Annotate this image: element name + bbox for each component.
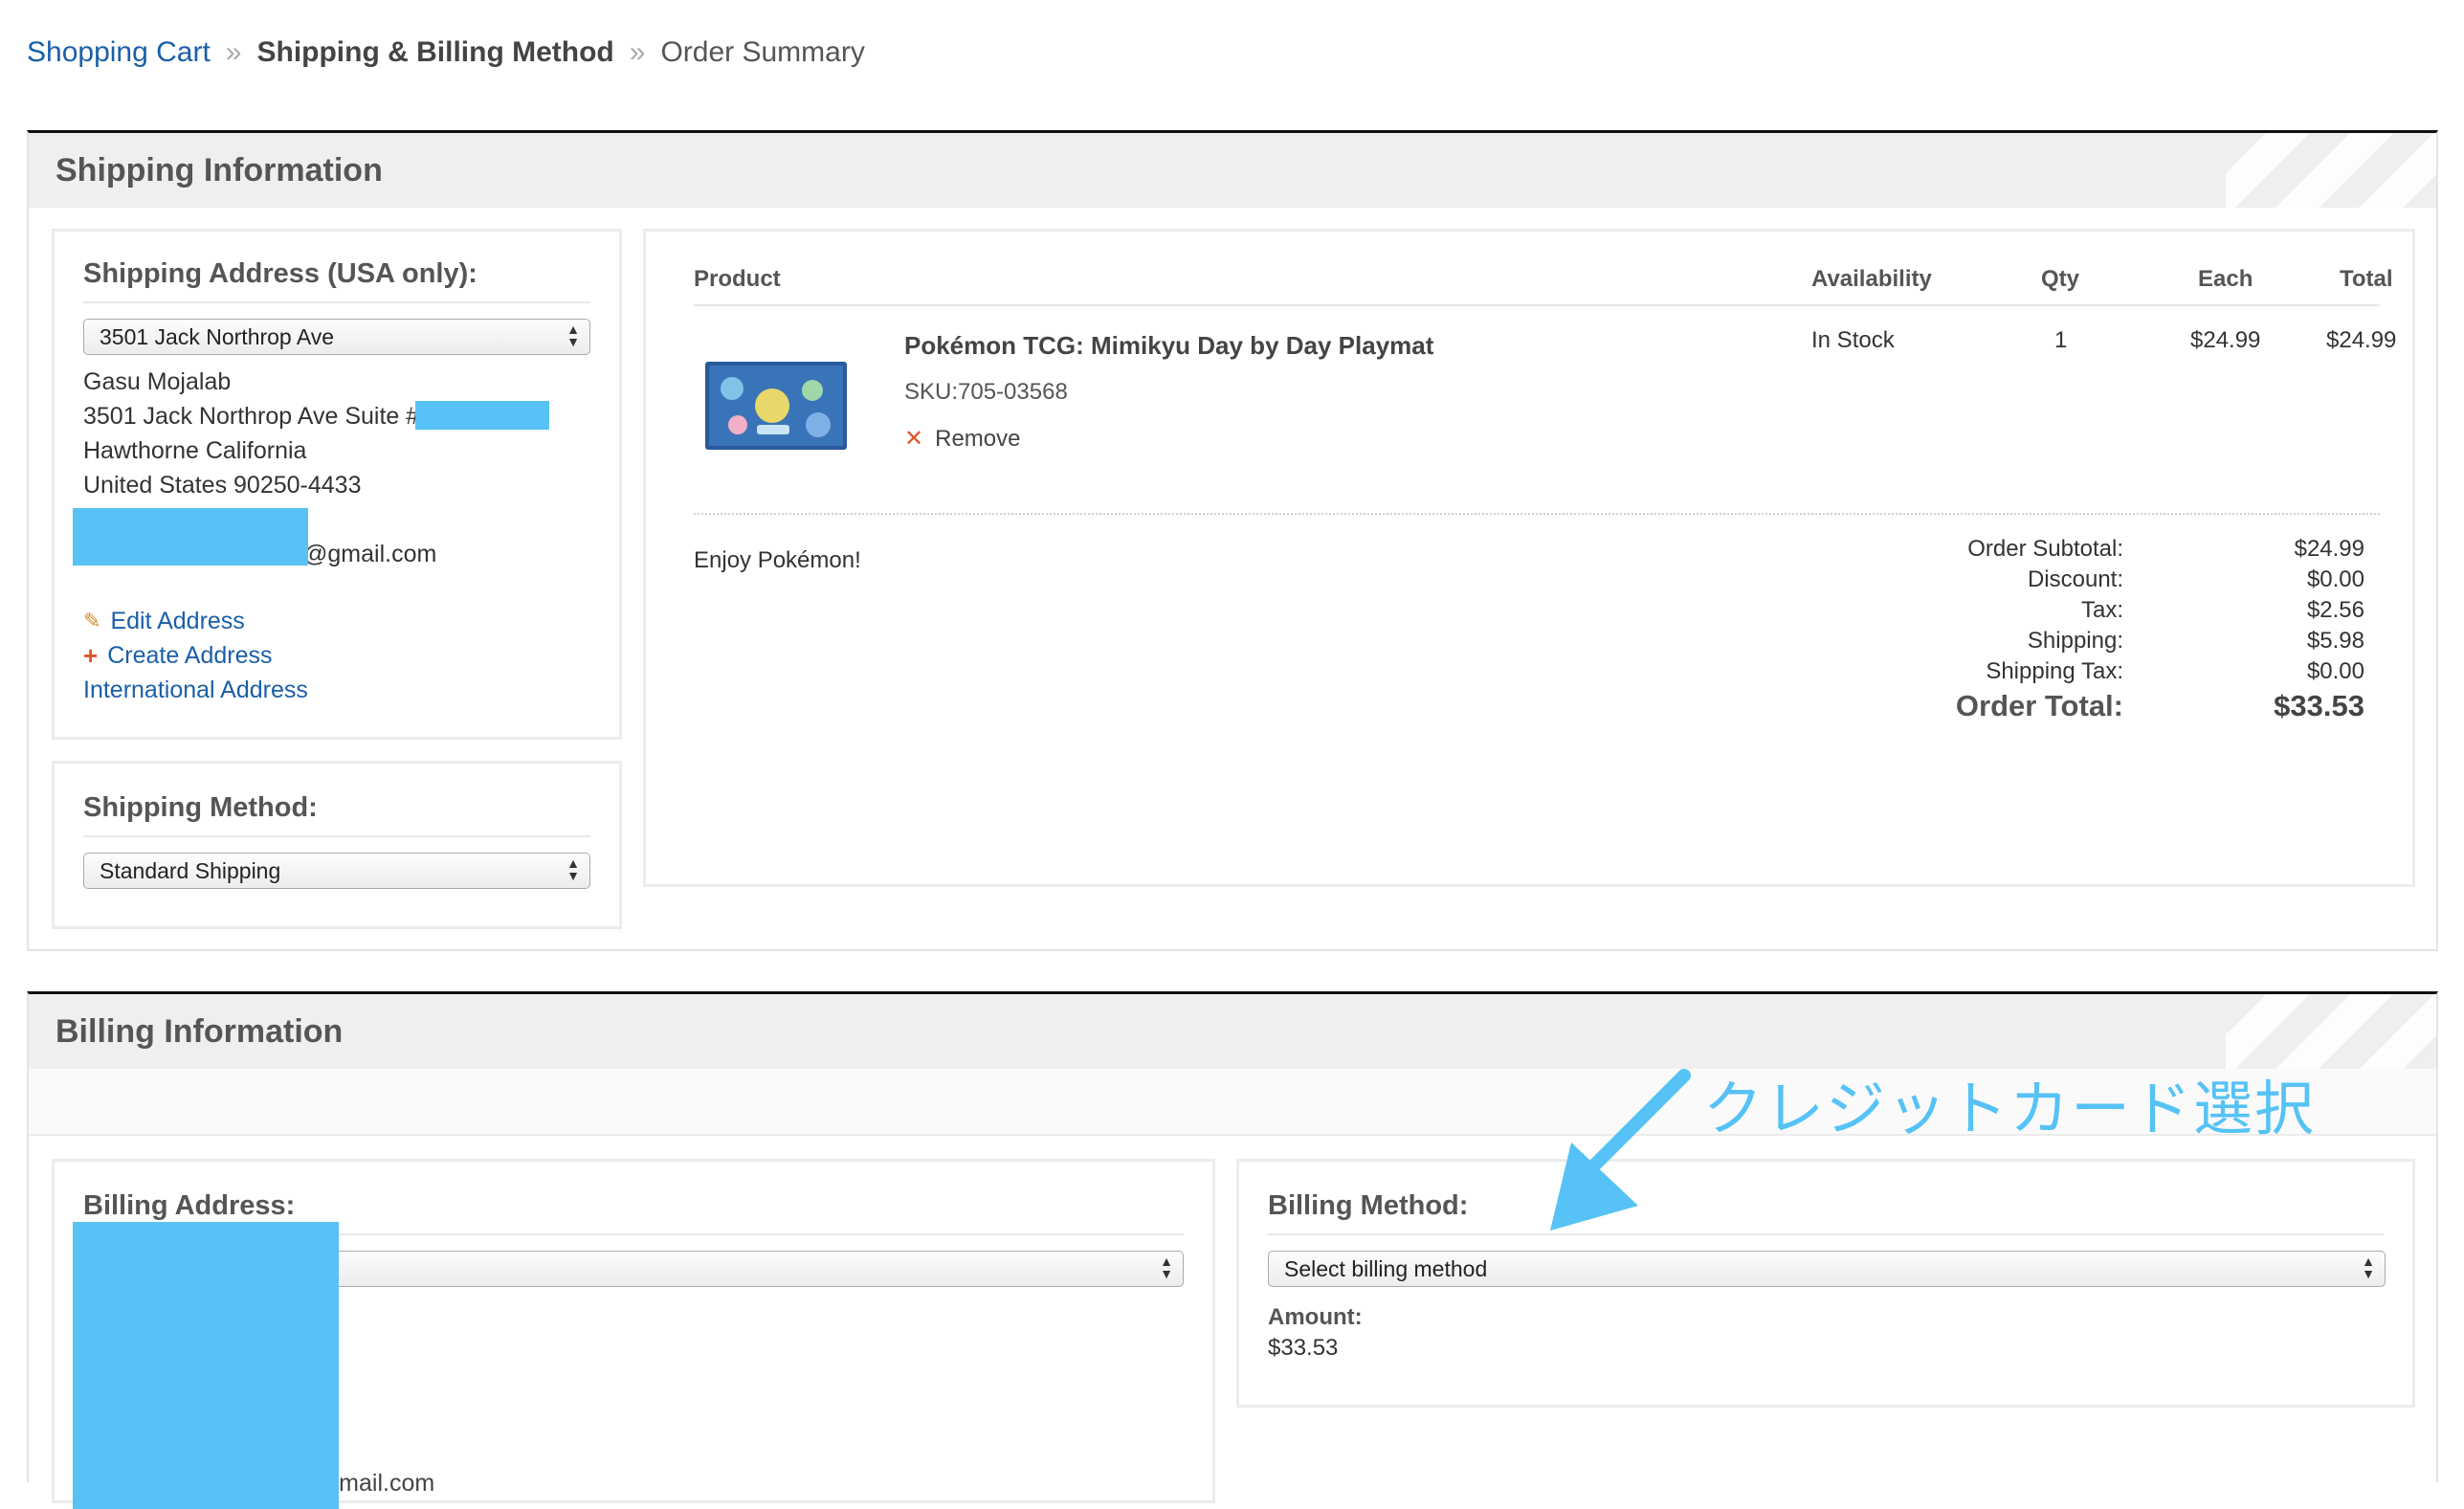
discount-value: $0.00 xyxy=(2306,566,2364,592)
shipping-method-box: Shipping Method: Standard Shipping ▲ ▼ xyxy=(52,761,622,929)
shipping-section-header: Shipping Information xyxy=(29,133,2436,208)
international-address-link[interactable]: International Address xyxy=(83,673,590,707)
product-availability: In Stock xyxy=(1811,327,1895,353)
billing-method-title: Billing Method: xyxy=(1268,1190,2384,1235)
edit-address-label[interactable]: Edit Address xyxy=(110,604,244,638)
shipping-address-title: Shipping Address (USA only): xyxy=(83,258,590,303)
shipping-address-select[interactable]: 3501 Jack Northrop Ave ▲ ▼ xyxy=(83,319,590,355)
pencil-icon: ✎ xyxy=(83,609,101,632)
billing-method-box: Billing Method: Select billing method ▲ ▼… xyxy=(1236,1159,2415,1408)
row-dotted-divider xyxy=(694,513,2380,515)
annotation-text: クレジットカード選択 xyxy=(1703,1074,2317,1143)
breadcrumb-separator: » xyxy=(629,36,646,68)
close-icon: ✕ xyxy=(904,426,924,452)
billing-amount-label: Amount: xyxy=(1268,1304,1363,1330)
table-header-divider xyxy=(694,304,2380,306)
breadcrumb: Shopping Cart » Shipping & Billing Metho… xyxy=(27,36,865,69)
header-stripes-decoration xyxy=(2226,133,2436,208)
column-header-each: Each xyxy=(2198,266,2253,292)
remove-label: Remove xyxy=(935,425,1021,452)
billing-amount-value: $33.53 xyxy=(1268,1335,1339,1361)
select-arrows-icon: ▲ ▼ xyxy=(566,322,580,349)
shipping-city: Hawthorne California xyxy=(83,437,307,464)
shipping-value: $5.98 xyxy=(2306,628,2364,654)
shipping-name: Gasu Mojalab xyxy=(83,368,232,395)
shipping-country-zip: United States 90250-4433 xyxy=(83,472,362,499)
product-total-price: $24.99 xyxy=(2326,327,2397,353)
discount-label: Discount: xyxy=(2027,566,2123,592)
plus-icon: + xyxy=(83,641,99,670)
billing-section-title: Billing Information xyxy=(55,1012,344,1050)
shipping-address-selected: 3501 Jack Northrop Ave xyxy=(100,323,335,349)
shipping-information-section: Shipping Information Shipping Address (U… xyxy=(27,130,2438,951)
create-address-link[interactable]: + Create Address xyxy=(83,638,590,673)
redacted-billing-address xyxy=(73,1222,339,1509)
shipping-section-title: Shipping Information xyxy=(55,151,383,189)
redacted-email-user xyxy=(73,508,308,566)
product-sku: SKU:705-03568 xyxy=(904,379,1068,405)
column-header-total: Total xyxy=(2340,266,2393,292)
international-address-label[interactable]: International Address xyxy=(83,673,308,707)
order-total-value: $33.53 xyxy=(2274,689,2364,722)
breadcrumb-shopping-cart[interactable]: Shopping Cart xyxy=(27,36,211,69)
shipping-tax-value: $0.00 xyxy=(2306,658,2364,684)
shipping-label: Shipping: xyxy=(2027,628,2123,654)
create-address-label[interactable]: Create Address xyxy=(107,638,272,673)
redacted-suite-number xyxy=(415,401,549,430)
shipping-address-box: Shipping Address (USA only): 3501 Jack N… xyxy=(52,229,622,740)
select-arrows-icon: ▲ ▼ xyxy=(1160,1254,1173,1281)
cart-note: Enjoy Pokémon! xyxy=(694,547,861,573)
billing-section-header: Billing Information xyxy=(29,994,2436,1069)
shipping-method-selected: Standard Shipping xyxy=(100,857,281,883)
header-stripes-decoration xyxy=(2226,994,2436,1069)
column-header-availability: Availability xyxy=(1811,266,1932,292)
breadcrumb-current-step: Shipping & Billing Method xyxy=(256,36,614,68)
select-arrows-icon: ▲ ▼ xyxy=(566,855,580,883)
subtotal-value: $24.99 xyxy=(2294,536,2364,562)
tax-label: Tax: xyxy=(2080,597,2123,623)
annotation-arrow-icon xyxy=(1550,1069,1691,1231)
edit-address-link[interactable]: ✎ Edit Address xyxy=(83,604,590,638)
breadcrumb-separator: » xyxy=(225,36,242,68)
billing-method-select[interactable]: Select billing method ▲ ▼ xyxy=(1268,1251,2386,1287)
billing-method-placeholder: Select billing method xyxy=(1284,1255,1488,1281)
product-thumbnail[interactable] xyxy=(705,362,847,450)
shipping-tax-label: Shipping Tax: xyxy=(1986,658,2123,684)
order-total-label: Order Total: xyxy=(1955,689,2123,722)
subtotal-label: Order Subtotal: xyxy=(1967,536,2123,562)
shipping-method-select[interactable]: Standard Shipping ▲ ▼ xyxy=(83,853,590,889)
tax-value: $2.56 xyxy=(2306,597,2364,623)
cart-products-box: Product Availability Qty Each Total Poké… xyxy=(643,229,2415,887)
product-name[interactable]: Pokémon TCG: Mimikyu Day by Day Playmat xyxy=(904,331,1433,361)
product-qty: 1 xyxy=(2054,327,2068,353)
product-each-price: $24.99 xyxy=(2190,327,2261,353)
shipping-method-title: Shipping Method: xyxy=(83,792,590,837)
column-header-qty: Qty xyxy=(2041,266,2080,292)
remove-item-button[interactable]: ✕ Remove xyxy=(904,425,1020,453)
breadcrumb-order-summary: Order Summary xyxy=(660,36,865,68)
column-header-product: Product xyxy=(694,266,781,292)
select-arrows-icon: ▲ ▼ xyxy=(2362,1254,2375,1281)
